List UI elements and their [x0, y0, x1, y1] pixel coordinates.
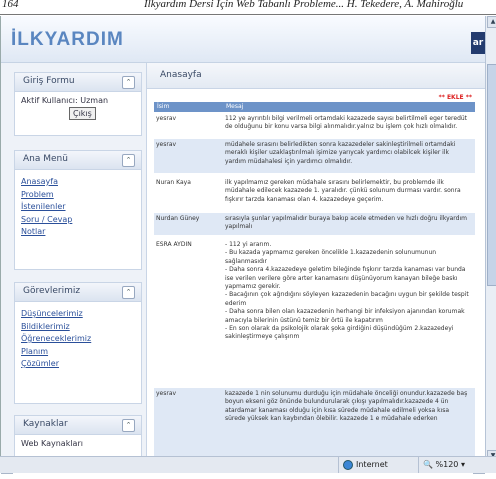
task-item-cozumler[interactable]: Çözümler: [21, 358, 135, 371]
row-message: sırasıyla şunlar yapılmalıdır buraya bak…: [225, 215, 467, 231]
row-message: ilk yapılmamız gereken müdahale sırasını…: [225, 179, 461, 203]
collapse-icon[interactable]: ⌃: [122, 76, 135, 89]
row-name: Nurdan Güney: [156, 215, 200, 222]
table-header: İsim Mesaj: [154, 102, 475, 112]
task-item-dusuncelerimiz[interactable]: Düşüncelerimiz: [21, 308, 135, 321]
page-content: Giriş Formu ⌃ Aktif Kullanıcı: Uzman Çık…: [1, 63, 485, 461]
main-menu-panel: Ana Menü ⌃ Anasayfa Problem İstenilenler…: [14, 150, 142, 270]
row-name: yesrav: [156, 141, 177, 148]
login-panel-title: Giriş Formu: [23, 76, 75, 86]
zoom-control[interactable]: 🔍 %120 ▾: [418, 457, 465, 473]
site-logo: İLKYARDIM: [11, 29, 124, 50]
collapse-icon[interactable]: ⌃: [122, 154, 135, 167]
banner-corner-tab[interactable]: ar: [471, 32, 485, 54]
row-name: yesrav: [156, 390, 177, 397]
active-user-text: Aktif Kullanıcı: Uzman: [21, 96, 109, 105]
resources-panel: Kaynaklar ⌃ Web Kaynakları: [14, 415, 142, 461]
browser-window: İLKYARDIM ar Giriş Formu ⌃ Aktif Kullanı…: [0, 16, 496, 474]
main-menu-title: Ana Menü: [23, 154, 68, 164]
zoom-icon: 🔍: [423, 460, 433, 469]
table-row: yesrav müdahele sırasını belirledikten s…: [154, 139, 475, 173]
resources-panel-header: Kaynaklar ⌃: [15, 416, 141, 435]
row-message: kazazede 1 nin solunumu durduğu için müd…: [225, 390, 468, 423]
column-header-name: İsim: [157, 103, 170, 110]
security-zone: Internet: [338, 457, 388, 473]
zone-label: Internet: [356, 460, 388, 469]
collapse-icon[interactable]: ⌃: [122, 419, 135, 432]
add-link[interactable]: ** EKLE **: [439, 94, 472, 101]
site-banner: İLKYARDIM ar: [1, 16, 485, 63]
menu-item-istenilenler[interactable]: İstenilenler: [21, 201, 135, 214]
table-row: yesrav kazazede 1 nin solunumu durduğu i…: [154, 388, 475, 461]
menu-item-problem[interactable]: Problem: [21, 189, 135, 202]
running-title: İlkyardım Dersi İçin Web Tabanlı Problem…: [144, 0, 464, 10]
menu-item-anasayfa[interactable]: Anasayfa: [21, 176, 135, 189]
page-number: 164: [2, 0, 19, 10]
main-panel-header: Anasayfa: [147, 63, 485, 89]
tasks-panel: Görevlerimiz ⌃ Düşüncelerimiz Bildikleri…: [14, 282, 142, 404]
table-row: Nurdan Güney sırasıyla şunlar yapılmalıd…: [154, 213, 475, 235]
zoom-level: %120: [435, 460, 459, 469]
menu-item-soru-cevap[interactable]: Soru / Cevap: [21, 214, 135, 227]
tasks-panel-title: Görevlerimiz: [23, 286, 81, 296]
scroll-up-icon[interactable]: ▲: [487, 16, 496, 28]
logout-button[interactable]: Çıkış: [69, 107, 96, 120]
chevron-down-icon[interactable]: ▾: [461, 460, 465, 469]
column-header-message: Mesaj: [226, 103, 244, 110]
table-row: yesrav 112 ye ayrıntılı bilgi verilmeli …: [154, 113, 475, 137]
task-item-ogreneceklerimiz[interactable]: Öğreneceklerimiz: [21, 333, 135, 346]
globe-icon: [343, 459, 353, 470]
table-row: ESRA AYDIN - 112 yi ararım. - Bu kazada …: [154, 239, 475, 379]
resource-item-web[interactable]: Web Kaynakları: [21, 439, 83, 448]
row-message: müdahele sırasını belirledikten sonra ka…: [225, 141, 456, 165]
login-panel-header: Giriş Formu ⌃: [15, 73, 141, 92]
header-rule: [0, 14, 496, 15]
menu-item-notlar[interactable]: Notlar: [21, 226, 135, 239]
vertical-scrollbar[interactable]: ▲ ▼: [485, 16, 496, 472]
task-item-bildiklerimiz[interactable]: Bildiklerimiz: [21, 321, 135, 334]
table-row: Nuran Kaya ilk yapılmamız gereken müdaha…: [154, 177, 475, 211]
row-name: Nuran Kaya: [156, 179, 191, 186]
row-name: yesrav: [156, 115, 177, 122]
tasks-panel-header: Görevlerimiz ⌃: [15, 283, 141, 302]
page-title: Anasayfa: [160, 70, 202, 80]
resources-panel-title: Kaynaklar: [23, 419, 68, 429]
main-menu-header: Ana Menü ⌃: [15, 151, 141, 170]
row-message: - 112 yi ararım. - Bu kazada yapmamız ge…: [225, 241, 469, 341]
vertical-scroll-thumb[interactable]: [487, 64, 496, 286]
row-name: ESRA AYDIN: [156, 241, 192, 248]
row-message: 112 ye ayrıntılı bilgi verilmeli ortamda…: [225, 115, 468, 131]
main-panel: Anasayfa ** EKLE ** İsim Mesaj yesrav 11…: [146, 63, 485, 461]
task-item-planim[interactable]: Planım: [21, 346, 135, 359]
login-panel: Giriş Formu ⌃ Aktif Kullanıcı: Uzman Çık…: [14, 72, 142, 136]
collapse-icon[interactable]: ⌃: [122, 286, 135, 299]
status-bar: Internet 🔍 %120 ▾: [0, 456, 496, 473]
